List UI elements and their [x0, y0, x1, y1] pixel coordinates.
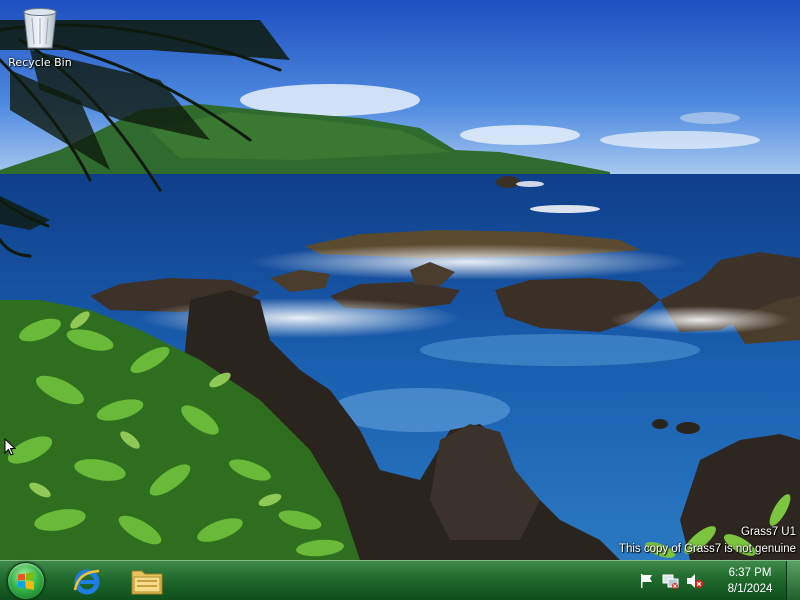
taskbar-clock[interactable]: 6:37 PM 8/1/2024 — [720, 565, 780, 597]
windows-logo-icon — [18, 572, 34, 590]
network-button[interactable] — [662, 572, 680, 590]
volume-button[interactable] — [686, 572, 704, 590]
activation-watermark: Grass7 U1 This copy of Grass7 is not gen… — [619, 524, 796, 558]
watermark-version: Grass7 U1 — [741, 526, 796, 538]
watermark-notice: This copy of Grass7 is not genuine — [618, 543, 796, 555]
system-tray: 6:37 PM 8/1/2024 — [632, 561, 780, 600]
internet-explorer-icon — [73, 569, 100, 595]
file-explorer-button[interactable] — [130, 565, 164, 597]
recycle-bin-icon — [20, 6, 60, 52]
start-button[interactable] — [7, 562, 45, 600]
show-desktop-button[interactable] — [786, 561, 800, 600]
clock-date: 8/1/2024 — [727, 583, 773, 595]
taskbar: 6:37 PM 8/1/2024 — [0, 560, 800, 600]
action-center-button[interactable] — [638, 572, 656, 590]
network-icon — [662, 574, 679, 589]
mouse-pointer-icon — [4, 437, 17, 456]
file-explorer-icon — [131, 570, 163, 595]
recycle-bin-label: Recycle Bin — [8, 56, 72, 69]
desktop-wallpaper — [0, 0, 800, 560]
volume-muted-icon — [687, 574, 703, 588]
quick-launch — [70, 565, 164, 597]
action-center-flag-icon — [641, 574, 652, 588]
recycle-bin-desktop-icon[interactable]: Recycle Bin — [4, 6, 76, 76]
clock-time: 6:37 PM — [728, 567, 772, 579]
internet-explorer-button[interactable] — [70, 565, 104, 597]
